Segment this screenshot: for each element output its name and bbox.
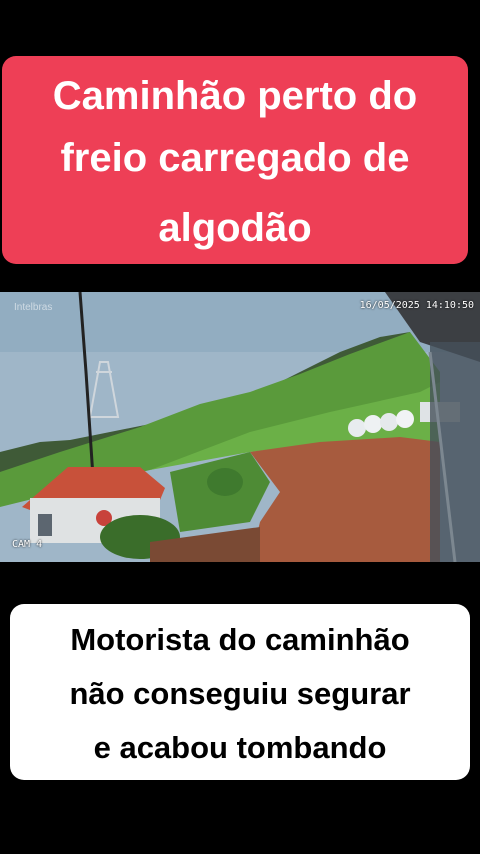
security-camera-video[interactable]: Intelbras 16/05/2025 14:10:50 CAM 4: [0, 292, 480, 562]
top-caption-box: Caminhão perto do freio carregado de alg…: [2, 56, 468, 264]
bottom-caption-line-1: Motorista do caminhão: [70, 622, 410, 657]
camera-timestamp: 16/05/2025 14:10:50: [359, 300, 474, 311]
bottom-caption-line-2: não conseguiu segurar: [69, 676, 411, 711]
camera-label: CAM 4: [12, 539, 43, 550]
top-caption-line-1: Caminhão perto do: [52, 74, 418, 118]
bottom-caption-box: Motorista do caminhão não conseguiu segu…: [10, 604, 470, 780]
bottom-caption-line-3: e acabou tombando: [93, 730, 387, 765]
top-caption-line-3: algodão: [158, 206, 312, 250]
camera-scene: [0, 292, 480, 562]
camera-brand-watermark: Intelbras: [14, 302, 53, 313]
top-caption-line-2: freio carregado de: [60, 136, 410, 180]
